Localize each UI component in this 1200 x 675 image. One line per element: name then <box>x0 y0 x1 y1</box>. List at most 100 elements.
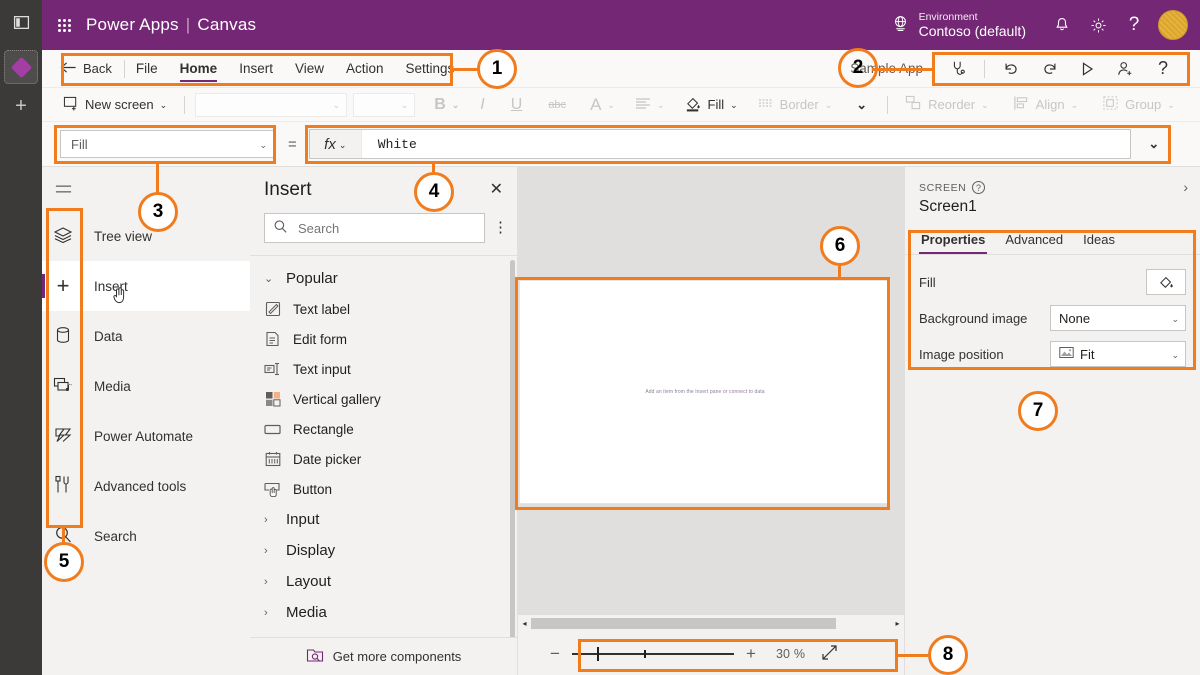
menu-item-insert[interactable]: Insert <box>228 50 284 88</box>
scrollbar-thumb[interactable] <box>531 618 836 629</box>
chevron-right-icon: › <box>264 607 274 619</box>
insert-item-date-picker[interactable]: Date picker <box>250 444 517 474</box>
insert-group-display[interactable]: › Display <box>250 535 517 566</box>
sidebar-label-power-automate[interactable]: Power Automate <box>84 411 250 461</box>
toggle-sidebar-icon[interactable] <box>0 0 42 44</box>
search-field[interactable] <box>296 220 476 237</box>
image-fit-icon <box>1059 346 1074 362</box>
sidebar-label-advanced-tools[interactable]: Advanced tools <box>84 461 250 511</box>
sidebar-label-data[interactable]: Data <box>84 311 250 361</box>
sidebar-item-advanced-tools[interactable] <box>42 461 84 511</box>
add-icon[interactable]: + <box>0 84 42 128</box>
menu-item-action[interactable]: Action <box>335 50 395 88</box>
insert-group-label: Icons <box>286 635 322 637</box>
app-screen-canvas[interactable]: Add an item from the Insert pane or conn… <box>519 280 891 504</box>
insert-group-popular[interactable]: ⌄ Popular <box>250 263 517 294</box>
background-image-dropdown[interactable]: None ⌄ <box>1050 305 1186 331</box>
insert-group-label: Input <box>286 511 319 528</box>
redo-icon[interactable] <box>1030 53 1068 85</box>
share-icon[interactable] <box>1106 53 1144 85</box>
fill-color-swatch[interactable] <box>1146 269 1186 295</box>
tab-properties[interactable]: Properties <box>911 224 995 254</box>
sidebar-item-search[interactable] <box>42 511 84 561</box>
sidebar-label-insert[interactable]: Insert <box>84 261 250 311</box>
notifications-icon[interactable] <box>1044 0 1080 50</box>
sidebar-label-search[interactable]: Search <box>84 511 250 561</box>
scroll-right-arrow-icon[interactable]: ▸ <box>891 619 904 628</box>
search-input[interactable] <box>264 213 485 243</box>
preview-play-icon[interactable] <box>1068 53 1106 85</box>
insert-item-vertical-gallery[interactable]: Vertical gallery <box>250 384 517 414</box>
fill-button[interactable]: Fill⌄ <box>673 92 744 118</box>
italic-button[interactable]: I <box>468 92 496 118</box>
settings-gear-icon[interactable] <box>1080 0 1116 50</box>
zoom-slider[interactable] <box>572 647 734 661</box>
image-position-dropdown[interactable]: Fit ⌄ <box>1050 341 1186 367</box>
menu-item-settings[interactable]: Settings <box>395 50 466 88</box>
canvas-area[interactable]: Add an item from the Insert pane or conn… <box>518 167 904 675</box>
menu-item-home[interactable]: Home <box>169 50 229 88</box>
sidebar-label-media[interactable]: Media <box>84 361 250 411</box>
sidebar-item-power-automate[interactable] <box>42 411 84 461</box>
zoom-out-button[interactable]: − <box>542 644 568 664</box>
menu-item-file[interactable]: File <box>125 50 169 88</box>
slider-handle[interactable] <box>597 647 599 661</box>
underline-button[interactable]: U <box>499 92 535 118</box>
collapse-pane-icon[interactable]: › <box>1183 179 1188 195</box>
help-icon[interactable]: ? <box>1144 53 1182 85</box>
strikethrough-button[interactable]: abc <box>536 92 578 118</box>
text-align-button[interactable]: ⌄ <box>623 92 671 118</box>
insert-group-input[interactable]: › Input <box>250 504 517 535</box>
insert-group-media[interactable]: › Media <box>250 597 517 628</box>
insert-pane-scrollbar[interactable] <box>510 260 515 637</box>
property-selector-dropdown[interactable]: Fill ⌄ <box>60 130 276 158</box>
scroll-left-arrow-icon[interactable]: ◂ <box>518 619 531 628</box>
help-icon[interactable]: ? <box>972 181 985 194</box>
back-button[interactable]: Back <box>42 61 124 77</box>
fx-dropdown-button[interactable]: fx ⌄ <box>310 130 362 158</box>
reorder-button[interactable]: Reorder⌄ <box>898 92 996 118</box>
toolbar-overflow-button[interactable]: ⌄ <box>840 92 877 118</box>
canvas-horizontal-scrollbar[interactable]: ◂ ▸ <box>518 615 904 632</box>
border-button[interactable]: Border⌄ <box>746 92 839 118</box>
tab-ideas[interactable]: Ideas <box>1073 224 1125 254</box>
insert-item-button[interactable]: Button <box>250 474 517 504</box>
sidebar-label-tree-view[interactable]: Tree view <box>84 211 250 261</box>
font-size-select[interactable]: ⌄ <box>353 93 415 117</box>
help-icon[interactable]: ? <box>1116 0 1152 50</box>
align-button[interactable]: Align⌄ <box>1006 92 1085 118</box>
power-apps-logo[interactable] <box>4 50 38 84</box>
menu-item-view[interactable]: View <box>284 50 335 88</box>
insert-item-text-label[interactable]: Text label <box>250 294 517 324</box>
font-color-button[interactable]: A⌄ <box>580 92 621 118</box>
close-icon[interactable]: ✕ <box>490 179 503 199</box>
zoom-in-button[interactable]: + <box>738 644 764 664</box>
insert-item-text-input[interactable]: Text input <box>250 354 517 384</box>
insert-item-edit-form[interactable]: Edit form <box>250 324 517 354</box>
new-screen-button[interactable]: New screen ⌄ <box>56 92 174 118</box>
formula-bar[interactable]: fx ⌄ White <box>309 129 1131 159</box>
insert-item-rectangle[interactable]: Rectangle <box>250 414 517 444</box>
bold-button[interactable]: B⌄ <box>427 92 466 118</box>
tab-advanced[interactable]: Advanced <box>995 224 1073 254</box>
sidebar-item-insert[interactable]: + <box>42 261 84 311</box>
expand-formula-bar-button[interactable]: ⌄ <box>1131 136 1177 152</box>
app-launcher-icon[interactable] <box>42 19 86 32</box>
collapse-nav-icon[interactable] <box>42 167 84 211</box>
app-checker-icon[interactable] <box>939 53 977 85</box>
insert-component-list[interactable]: ⌄ Popular Text label Edit form Text inpu… <box>250 255 517 637</box>
sidebar-item-tree-view[interactable] <box>42 211 84 261</box>
font-family-select[interactable]: ⌄ <box>195 93 347 117</box>
sidebar-item-data[interactable] <box>42 311 84 361</box>
user-avatar[interactable] <box>1158 10 1188 40</box>
environment-picker[interactable]: Environment Contoso (default) <box>891 11 1026 39</box>
insert-pane-overflow-menu[interactable]: ⋮ <box>493 223 508 234</box>
fit-to-screen-icon[interactable] <box>821 644 838 664</box>
undo-icon[interactable] <box>992 53 1030 85</box>
insert-group-layout[interactable]: › Layout <box>250 566 517 597</box>
formula-input[interactable]: White <box>362 130 417 158</box>
insert-group-icons[interactable]: › Icons <box>250 628 517 637</box>
sidebar-item-media[interactable] <box>42 361 84 411</box>
group-button[interactable]: Group⌄ <box>1095 92 1182 118</box>
get-more-components-button[interactable]: Get more components <box>250 637 517 675</box>
